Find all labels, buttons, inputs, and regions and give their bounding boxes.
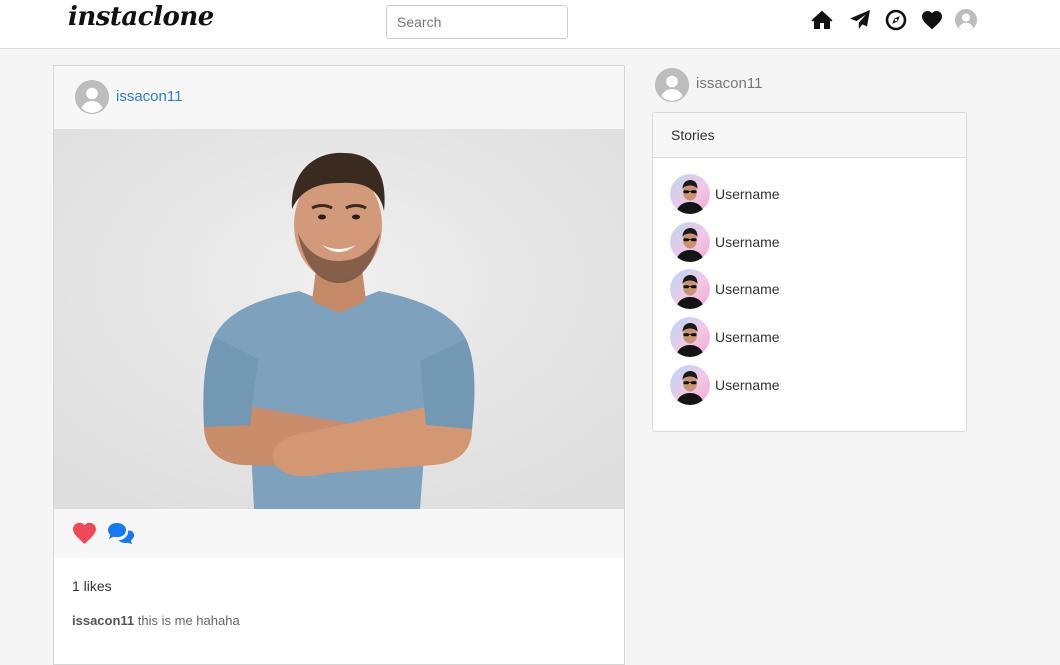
- sidebar-user-avatar[interactable]: [655, 68, 689, 102]
- profile-avatar-icon[interactable]: [954, 8, 978, 32]
- stories-header: Stories: [653, 113, 966, 158]
- story-avatar[interactable]: [670, 317, 710, 358]
- stories-panel: Stories Username Username Username Username…: [652, 112, 967, 432]
- story-item[interactable]: Username: [670, 364, 950, 405]
- post-actions-bar: [54, 509, 624, 558]
- story-avatar[interactable]: [670, 364, 710, 405]
- brand-logo[interactable]: instaclone: [68, 2, 214, 32]
- post-author-avatar[interactable]: [75, 80, 109, 114]
- home-icon[interactable]: [810, 8, 834, 32]
- post-photo[interactable]: [54, 129, 624, 509]
- heart-icon[interactable]: [920, 8, 944, 32]
- sidebar-username[interactable]: issacon11: [696, 75, 762, 92]
- caption-username[interactable]: issacon11: [72, 613, 134, 628]
- story-username: Username: [715, 281, 780, 298]
- story-avatar[interactable]: [670, 221, 710, 262]
- top-navbar: instaclone: [0, 0, 1060, 49]
- send-icon[interactable]: [848, 8, 872, 32]
- post-author-username[interactable]: issacon11: [116, 88, 182, 105]
- story-avatar[interactable]: [670, 174, 710, 214]
- post-card: issacon11 1 likes issacon11 this is me h…: [53, 65, 625, 665]
- story-username: Username: [715, 233, 780, 250]
- post-header: issacon11: [54, 66, 624, 129]
- post-caption: issacon11 this is me hahaha: [72, 613, 240, 628]
- post-photo-illustration: [54, 129, 624, 509]
- story-username: Username: [715, 329, 780, 346]
- likes-count: 1 likes: [72, 578, 112, 594]
- story-item[interactable]: Username: [670, 221, 950, 262]
- story-item[interactable]: Username: [670, 174, 950, 214]
- search-input[interactable]: [386, 5, 568, 39]
- story-username: Username: [715, 376, 780, 393]
- story-item[interactable]: Username: [670, 269, 950, 310]
- story-username: Username: [715, 186, 780, 202]
- compass-icon[interactable]: [884, 8, 908, 32]
- like-heart-icon[interactable]: [71, 521, 98, 545]
- story-item[interactable]: Username: [670, 317, 950, 358]
- comment-icon[interactable]: [107, 522, 135, 546]
- story-avatar[interactable]: [670, 269, 710, 310]
- stories-title: Stories: [671, 127, 715, 143]
- caption-text: this is me hahaha: [137, 613, 240, 628]
